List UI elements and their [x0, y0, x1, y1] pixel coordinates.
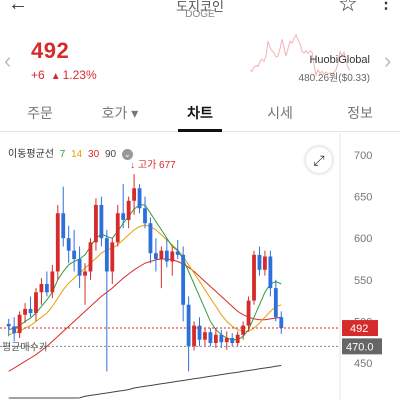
candle-body: [94, 204, 98, 243]
exchange-price: 480.26원($0.33): [298, 73, 370, 84]
candle-body: [170, 251, 175, 262]
candle-body: [83, 271, 87, 276]
candle-body: [246, 300, 251, 326]
ma-period-30: 30: [88, 149, 100, 160]
candle-body: [12, 326, 17, 334]
candle-body: [132, 188, 137, 201]
star-icon[interactable]: ☆: [338, 0, 358, 15]
exchange-name: HuobiGlobal: [309, 54, 370, 66]
candle-body: [153, 253, 158, 259]
candle-body: [110, 242, 115, 272]
candle-body: [203, 332, 207, 340]
candle-body: [39, 283, 44, 293]
tab-quotes[interactable]: 시세: [240, 96, 320, 131]
candle-body: [66, 238, 71, 251]
price-chart[interactable]: 700650600550500450↓ 고가 677492470.0평균매수가 …: [0, 133, 400, 400]
candle-body: [230, 338, 235, 344]
candle-body: [34, 292, 38, 314]
settings-icon[interactable]: ⌄: [121, 149, 133, 160]
tab-info[interactable]: 정보: [320, 96, 400, 131]
top-bar: ← 도지코인 DOGE ☆ ⋮: [0, 0, 400, 22]
candle-body: [252, 254, 256, 301]
more-vertical-icon[interactable]: ⋮: [378, 0, 394, 12]
candle-body: [61, 213, 66, 239]
candle-body: [137, 188, 142, 209]
y-tick-label: 450: [354, 358, 372, 370]
candlestick-chart[interactable]: 700650600550500450↓ 고가 677492470.0평균매수가: [0, 133, 400, 400]
candle-body: [44, 283, 49, 293]
candle-body: [121, 213, 126, 220]
candle-body: [175, 251, 180, 255]
candle-body: [257, 254, 262, 270]
candle-body: [186, 304, 191, 347]
candle-body: [72, 250, 77, 259]
tab-chart[interactable]: 차트: [160, 96, 240, 132]
candle-body: [17, 314, 22, 334]
candle-body: [208, 332, 213, 344]
candle-body: [50, 271, 55, 293]
candle-body: [99, 204, 104, 239]
candle-body: [143, 208, 147, 224]
ma-period-90: 90: [104, 149, 117, 160]
candle-body: [104, 238, 109, 272]
candle-body: [279, 317, 284, 329]
price-change: +6 ▲ 1.23%: [31, 68, 97, 82]
candle-body: [235, 334, 240, 344]
ma14-line: [8, 224, 282, 336]
candle-body: [164, 250, 169, 262]
tab-bar: 주문 호가 ▾ 차트 시세 정보: [0, 96, 400, 132]
ma-period-14: 14: [71, 149, 83, 160]
candle-body: [263, 256, 267, 270]
expand-icon[interactable]: ⤢: [306, 147, 332, 173]
y-tick-label: 700: [354, 150, 372, 162]
candle-body: [181, 254, 186, 305]
candle-body: [126, 200, 131, 220]
ma-legend: 이동평균선 7 14 30 90 ⌄: [8, 145, 136, 160]
tab-orderbook[interactable]: 호가 ▾: [80, 96, 160, 131]
current-price: 492: [31, 38, 70, 63]
high-price-label: ↓ 고가 677: [130, 159, 176, 171]
candle-body: [268, 256, 273, 289]
avg-buy-price-label: 평균매수가: [2, 341, 48, 353]
candle-body: [88, 242, 93, 272]
current-price-tag: 492: [350, 323, 368, 335]
candle-body: [159, 250, 164, 259]
candle-body: [219, 334, 224, 343]
ma-legend-label: 이동평균선: [8, 149, 54, 160]
chevron-right-icon[interactable]: ›: [384, 48, 391, 74]
candle-body: [213, 334, 218, 344]
candle-body: [28, 308, 33, 314]
ma-period-7: 7: [59, 149, 66, 160]
candle-body: [23, 308, 27, 315]
tab-order[interactable]: 주문: [0, 96, 80, 131]
candle-body: [55, 213, 60, 272]
candle-body: [192, 325, 196, 347]
ma30-line: [8, 258, 282, 372]
avg-price-tag: 470.0: [346, 341, 374, 353]
price-summary: ‹ 492 +6 ▲ 1.23% HuobiGlobal 480.26원($0.33…: [0, 30, 400, 90]
candle-body: [115, 213, 120, 243]
candle-body: [77, 259, 82, 276]
candle-body: [273, 288, 278, 318]
candle-body: [148, 223, 153, 254]
y-tick-label: 650: [354, 192, 372, 204]
candle-body: [224, 338, 229, 343]
change-percent: 1.23%: [62, 68, 97, 82]
candle-body: [6, 323, 11, 327]
chevron-left-icon[interactable]: ‹: [4, 48, 11, 74]
change-amount: +6: [31, 68, 45, 82]
y-tick-label: 600: [354, 233, 372, 245]
up-triangle-icon: ▲: [50, 71, 61, 82]
y-tick-label: 550: [354, 275, 372, 287]
candle-body: [241, 325, 246, 335]
ma90-line: [8, 365, 282, 399]
